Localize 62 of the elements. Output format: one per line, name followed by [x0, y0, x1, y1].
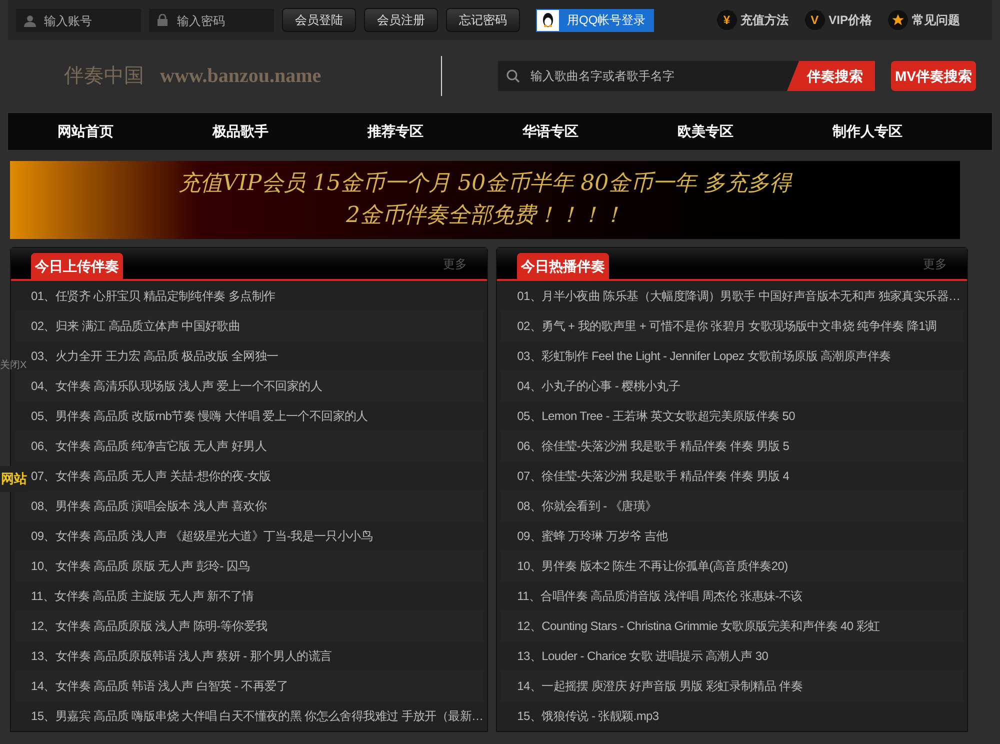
nav-link[interactable]: 华语专区	[522, 121, 578, 142]
close-link[interactable]: 关闭X	[0, 358, 27, 373]
song-link[interactable]: 12、Counting Stars - Christina Grimmie 女歌原版完美和声伴奏 40 彩虹	[517, 616, 880, 636]
banner-text: 充值VIP会员 15金币一个月 50金币半年 80金币一年 多充多得	[178, 170, 792, 198]
song-link[interactable]: 06、女伴奏 高品质 纯净吉它版 无人声 好男人	[31, 436, 266, 456]
song-link[interactable]: 07、女伴奏 高品质 无人声 关喆-想你的夜-女版	[31, 466, 271, 486]
v-icon: V	[804, 10, 825, 30]
song-link[interactable]: 03、火力全开 王力宏 高品质 极品改版 全网独一	[31, 346, 278, 366]
song-link[interactable]: 04、小丸子的心事 - 樱桃小丸子	[517, 376, 680, 396]
song-link[interactable]: 11、女伴奏 高品质 主旋版 无人声 新不了情	[31, 586, 254, 606]
search-icon	[506, 69, 520, 83]
lock-icon	[157, 14, 168, 26]
panel-title: 今日热播伴奏	[517, 253, 610, 279]
song-link[interactable]: 13、Louder - Charice 女歌 进唱提示 高潮人声 30	[517, 646, 768, 666]
search-field[interactable]: 输入歌曲名字或者歌手名字	[498, 61, 799, 91]
user-icon	[24, 14, 36, 26]
yen-icon: ¥	[716, 10, 737, 30]
qq-login-button[interactable]: 用QQ帐号登录	[536, 8, 654, 32]
song-link[interactable]: 15、饿狼传说 - 张靓颖.mp3	[517, 706, 659, 726]
mv-search-button[interactable]: MV伴奏搜索	[891, 61, 976, 91]
song-link[interactable]: 02、归来 满江 高品质立体声 中国好歌曲	[31, 316, 240, 336]
song-link[interactable]: 11、合唱伴奏 高品质消音版 浅伴唱 周杰伦 张惠妹-不该	[517, 586, 802, 606]
song-link[interactable]: 08、你就会看到 - 《唐璜》	[517, 496, 657, 516]
song-link[interactable]: 10、女伴奏 高品质 原版 无人声 彭玲- 囚鸟	[31, 556, 250, 576]
site-badge[interactable]: 网站	[0, 466, 28, 492]
song-link[interactable]: 13、女伴奏 高品质原版韩语 浅人声 蔡妍 - 那个男人的谎言	[31, 646, 332, 666]
logo-url: www.banzou.name	[160, 64, 322, 89]
song-link[interactable]: 05、男伴奏 高品质 改版rnb节奏 慢嗨 大伴唱 爱上一个不回家的人	[31, 406, 368, 426]
help-link[interactable]: 常见问题	[888, 10, 960, 30]
nav-link[interactable]: 欧美专区	[678, 121, 734, 142]
password-field[interactable]: 输入密码	[149, 9, 274, 32]
panel-title: 今日上传伴奏	[31, 253, 123, 279]
song-link[interactable]: 08、男伴奏 高品质 演唱会版本 浅人声 喜欢你	[31, 496, 266, 516]
account-field[interactable]: 输入账号	[16, 9, 141, 32]
help-link[interactable]: ¥ 充值方法	[716, 10, 789, 30]
logo-title: 伴奏中国	[64, 64, 144, 89]
song-link[interactable]: 15、男嘉宾 高品质 嗨版串烧 大伴唱 白天不懂夜的黑 你怎么舍得我难过 手放开（最新…	[31, 706, 484, 726]
song-link[interactable]: 06、徐佳莹-失落沙洲 我是歌手 精品伴奏 伴奏 男版 5	[517, 436, 790, 456]
song-link[interactable]: 14、女伴奏 高品质 韩语 浅人声 白智英 - 不再爱了	[31, 676, 288, 696]
song-link[interactable]: 05、Lemon Tree - 王若琳 英文女歌超完美原版伴奏 50	[517, 406, 796, 426]
song-link[interactable]: 09、蜜蜂 万玲琳 万岁爷 吉他	[517, 526, 668, 546]
member-button[interactable]: 忘记密码	[446, 8, 520, 32]
song-link[interactable]: 09、女伴奏 高品质 浅人声 《超级星光大道》丁当-我是一只小小鸟	[31, 526, 372, 546]
song-link[interactable]: 07、徐佳莹-失落沙洲 我是歌手 精品伴奏 伴奏 男版 4	[517, 466, 790, 486]
song-link[interactable]: 04、女伴奏 高清乐队现场版 浅人声 爱上一个不回家的人	[31, 376, 322, 396]
banner-text: 2金币伴奏全部免费！！！！	[346, 202, 624, 230]
nav-link[interactable]: 极品歌手	[212, 121, 268, 142]
help-link[interactable]: V VIP价格	[804, 10, 872, 30]
song-link[interactable]: 03、彩虹制作 Feel the Light - Jennifer Lopez 女歌前场原版 高潮原声伴奏	[517, 346, 891, 366]
member-button[interactable]: 会员注册	[364, 8, 438, 32]
song-link[interactable]: 10、男伴奏 版本2 陈生 不再让你孤单(高音质伴奏20)	[517, 556, 788, 576]
song-link[interactable]: 02、勇气 + 我的歌声里 + 可惜不是你 张碧月 女歌现场版中文串烧 纯争伴奏 降1调	[517, 316, 937, 336]
penguin-icon	[537, 10, 559, 30]
song-link[interactable]: 14、一起摇摆 庾澄庆 好声音版 男版 彩虹录制精品 伴奏	[517, 676, 802, 696]
song-link[interactable]: 01、月半小夜曲 陈乐基（大幅度降调）男歌手 中国好声音版本无和声 独家真实乐器…	[517, 286, 960, 306]
nav-link[interactable]: 推荐专区	[368, 121, 424, 142]
search-button[interactable]: 伴奏搜索	[787, 61, 875, 91]
song-link[interactable]: 01、任贤齐 心肝宝贝 精品定制纯伴奏 多点制作	[31, 286, 276, 306]
nav-link[interactable]: 制作人专区	[832, 121, 902, 142]
song-link[interactable]: 12、女伴奏 高品质原版 浅人声 陈明-等你爱我	[31, 616, 268, 636]
nav-link[interactable]: 网站首页	[58, 121, 114, 142]
member-button[interactable]: 会员登陆	[282, 8, 356, 32]
